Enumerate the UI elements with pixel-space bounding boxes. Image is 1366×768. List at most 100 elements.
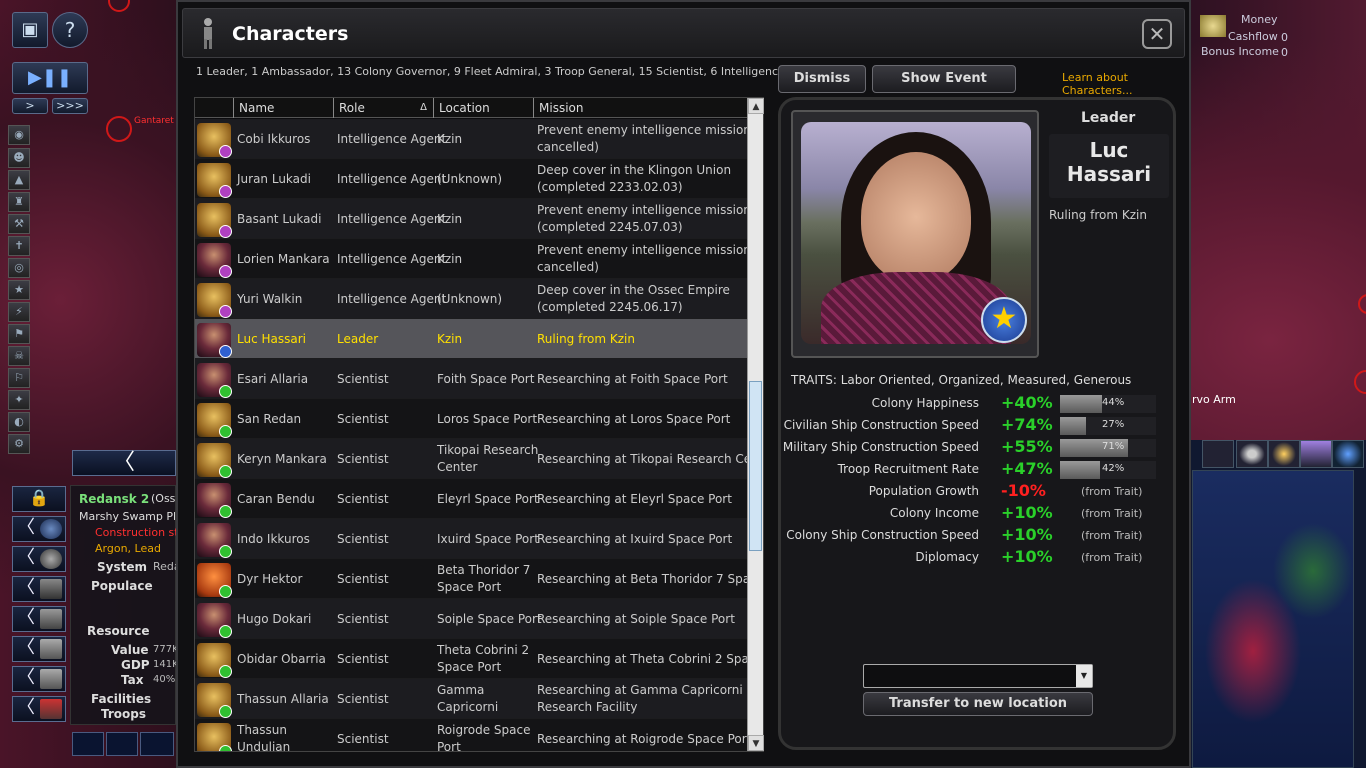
cell-name: Thassun Allaria: [237, 692, 329, 706]
table-row[interactable]: Thassun Allaria Scientist Gamma Capricorni R…: [195, 679, 747, 719]
table-row[interactable]: Thassun Undulian Scientist Roigrode Space Po…: [195, 719, 747, 751]
back-robot-button[interactable]: 〈: [12, 636, 66, 662]
header-name[interactable]: Name: [233, 98, 333, 118]
location-dropdown[interactable]: ▼: [863, 664, 1093, 688]
header-location[interactable]: Location: [433, 98, 533, 118]
tool-icon[interactable]: ⚒: [8, 214, 30, 234]
value-value: 777K: [153, 644, 179, 655]
bottom-slot[interactable]: [140, 732, 174, 756]
collapse-arrow-button[interactable]: 〈: [72, 450, 176, 476]
nebula-filter-icon[interactable]: [1300, 440, 1332, 468]
table-row[interactable]: Luc Hassari Leader Kzin Ruling from Kzin: [195, 319, 747, 359]
transfer-button[interactable]: Transfer to new location: [863, 692, 1093, 716]
marker-icon[interactable]: ⚐: [8, 368, 30, 388]
cell-name: Basant Lukadi: [237, 212, 322, 226]
map-label-arm: rvo Arm: [1192, 393, 1236, 406]
light-filter-icon[interactable]: [1268, 440, 1300, 468]
weapon-icon[interactable]: ✝: [8, 236, 30, 256]
world-filter-icon[interactable]: [1332, 440, 1364, 468]
desktop-button[interactable]: ▣: [12, 12, 48, 48]
back-damaged-button[interactable]: 〈: [12, 696, 66, 722]
table-row[interactable]: Caran Bendu Scientist Eleyrl Space Port Res…: [195, 479, 747, 519]
gear-icon[interactable]: ⚙: [8, 434, 30, 454]
star-icon[interactable]: ★: [8, 280, 30, 300]
table-row[interactable]: Yuri Walkin Intelligence Agent (Unknown) De…: [195, 279, 747, 319]
system-label: System: [97, 560, 147, 574]
table-row[interactable]: Esari Allaria Scientist Foith Space Port Re…: [195, 359, 747, 399]
play-pause-button[interactable]: ▶❚❚: [12, 62, 88, 94]
back-ships-button[interactable]: 〈: [12, 546, 66, 572]
galaxy-minimap[interactable]: [1190, 440, 1366, 768]
cell-mission: Deep cover in the Klingon Union (complete…: [537, 163, 732, 194]
cell-location: Beta Thoridor 7 Space Port: [437, 563, 531, 594]
back-character-button[interactable]: 〈: [12, 606, 66, 632]
role-badge-icon: [219, 345, 232, 358]
cell-mission: Researching at Theta Cobrini 2 Space Por…: [537, 652, 747, 666]
scroll-up-button[interactable]: ▲: [748, 98, 764, 114]
map-label-gantaret: Gantaret: [134, 116, 174, 126]
ring-filter-icon[interactable]: [1236, 440, 1268, 468]
gdp-label: GDP: [121, 658, 150, 672]
target-icon[interactable]: ◎: [8, 258, 30, 278]
selected-planet-panel: Redansk 2 (Oss Marshy Swamp Plar Constru…: [70, 485, 187, 725]
close-button[interactable]: ✕: [1142, 19, 1172, 49]
bottom-slot[interactable]: [106, 732, 138, 756]
table-row[interactable]: Hugo Dokari Scientist Soiple Space Port Res…: [195, 599, 747, 639]
bulb-icon[interactable]: ✦: [8, 390, 30, 410]
cell-mission: Researching at Beta Thoridor 7 Space Por: [537, 572, 747, 586]
bottom-slot[interactable]: [72, 732, 104, 756]
eye-icon[interactable]: ◐: [8, 412, 30, 432]
planet-name[interactable]: Redansk 2: [79, 492, 149, 506]
energy-icon[interactable]: ⚡: [8, 302, 30, 322]
cell-name: Lorien Mankara: [237, 252, 330, 266]
character-list[interactable]: Name Role Δ Location Mission Cobi Ikkuros…: [194, 97, 764, 752]
troops-icon[interactable]: ♜: [8, 192, 30, 212]
cell-location: Theta Cobrini 2 Space Port: [437, 643, 530, 674]
show-event-history-button[interactable]: Show Event History: [872, 65, 1016, 112]
flag-icon[interactable]: ⚑: [8, 324, 30, 344]
planet-filter-icon[interactable]: [1202, 440, 1234, 468]
portrait-image: ★: [801, 122, 1031, 344]
scrollbar[interactable]: ▲ ▼: [747, 98, 764, 751]
planet-icon[interactable]: ◉: [8, 125, 30, 145]
cell-name: Yuri Walkin: [237, 292, 303, 306]
cashflow-label: Cashflow: [1228, 30, 1278, 43]
effect-bar-fill: [1060, 417, 1086, 435]
scroll-down-button[interactable]: ▼: [748, 735, 764, 751]
effect-bar: 44%: [1060, 395, 1156, 413]
table-row[interactable]: Obidar Obarria Scientist Theta Cobrini 2 Sp…: [195, 639, 747, 679]
cell-mission: Researching at Loros Space Port: [537, 412, 731, 426]
back-robot2-button[interactable]: 〈: [12, 666, 66, 692]
header-mission[interactable]: Mission: [533, 98, 747, 118]
character-name: Luc Hassari: [1049, 134, 1169, 198]
table-row[interactable]: Cobi Ikkuros Intelligence Agent Kzin Preven…: [195, 119, 747, 159]
minimap-view[interactable]: [1192, 470, 1354, 768]
table-row[interactable]: Basant Lukadi Intelligence Agent Kzin Preve…: [195, 199, 747, 239]
cell-role: Scientist: [337, 492, 389, 506]
effect-source: (from Trait): [1081, 551, 1143, 564]
effect-row: Colony Ship Construction Speed +10% (from …: [786, 525, 1169, 547]
scroll-thumb[interactable]: [749, 381, 762, 551]
money-label: Money: [1241, 13, 1278, 26]
chevron-down-icon[interactable]: ▼: [1076, 665, 1092, 687]
role-badge-icon: [219, 265, 232, 278]
header-role[interactable]: Role Δ: [333, 98, 433, 118]
help-button[interactable]: ?: [52, 12, 88, 48]
ship-icon[interactable]: ▲: [8, 170, 30, 190]
table-row[interactable]: San Redan Scientist Loros Space Port Resear…: [195, 399, 747, 439]
system-marker[interactable]: [106, 116, 132, 142]
table-row[interactable]: Indo Ikkuros Scientist Ixuird Space Port Re…: [195, 519, 747, 559]
table-row[interactable]: Juran Lukadi Intelligence Agent (Unknown) D…: [195, 159, 747, 199]
fast-forward-button[interactable]: >>>: [52, 98, 88, 114]
learn-about-characters-link[interactable]: Learn about Characters...: [1062, 71, 1189, 97]
step-button[interactable]: >: [12, 98, 48, 114]
lock-button[interactable]: 🔒: [12, 486, 66, 512]
table-row[interactable]: Keryn Mankara Scientist Tikopai Research Ce…: [195, 439, 747, 479]
pirate-icon[interactable]: ☠: [8, 346, 30, 366]
dismiss-button[interactable]: Dismiss: [778, 65, 866, 93]
table-row[interactable]: Lorien Mankara Intelligence Agent Kzin Prev…: [195, 239, 747, 279]
character-icon[interactable]: ☻: [8, 148, 30, 168]
table-row[interactable]: Dyr Hektor Scientist Beta Thoridor 7 Space …: [195, 559, 747, 599]
back-troops-button[interactable]: 〈: [12, 576, 66, 602]
back-planet-button[interactable]: 〈: [12, 516, 66, 542]
